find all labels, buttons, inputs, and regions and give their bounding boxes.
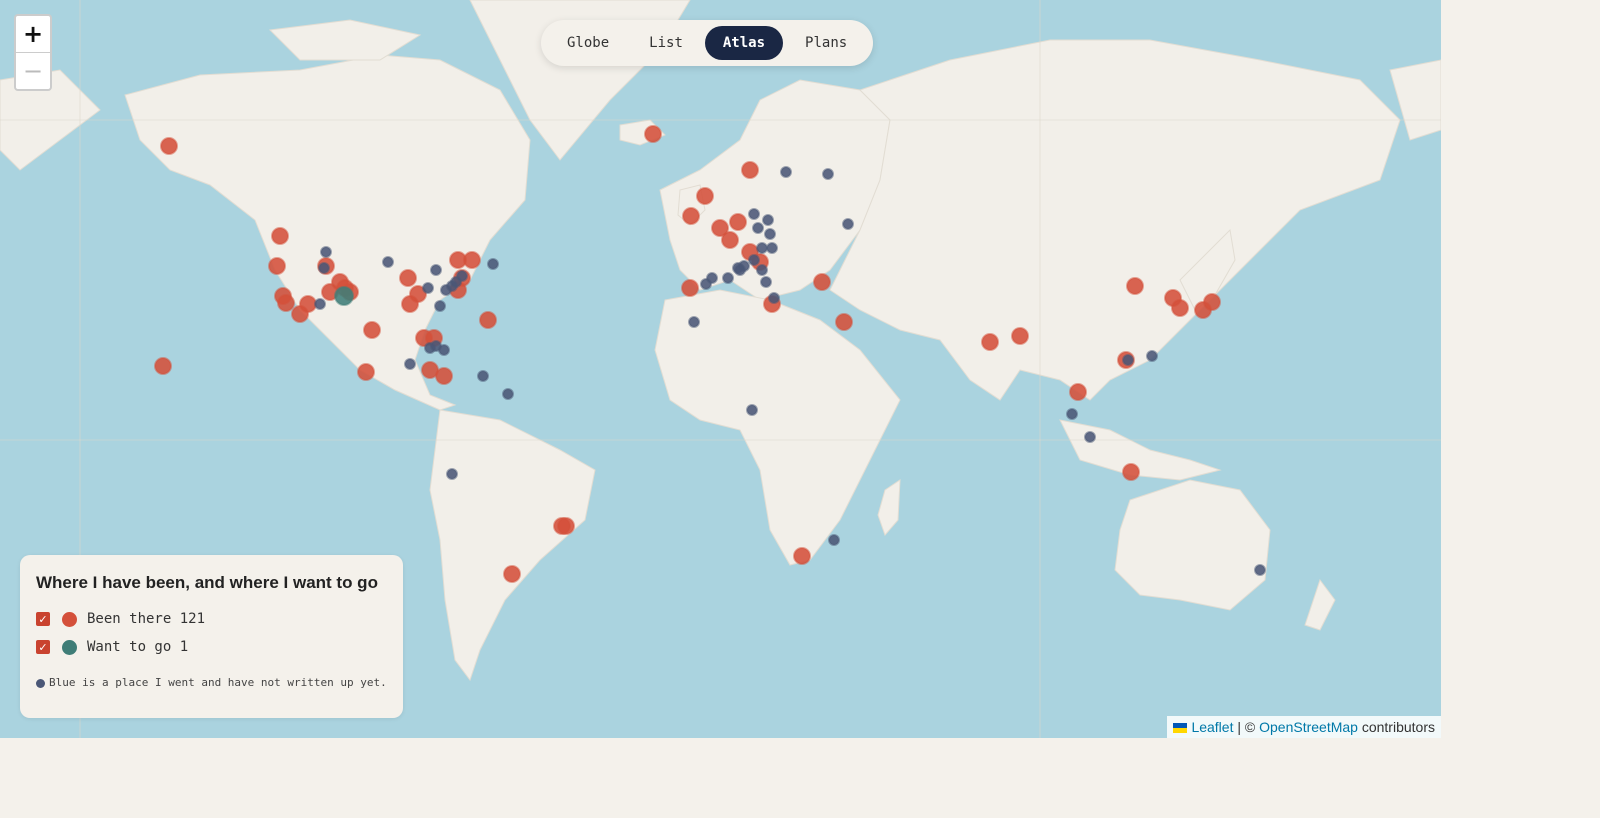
unwritten-marker[interactable] [422, 282, 434, 294]
been-marker[interactable] [721, 231, 739, 249]
been-marker[interactable] [399, 269, 417, 287]
unwritten-marker[interactable] [404, 358, 416, 370]
been-marker[interactable] [981, 333, 999, 351]
unwritten-marker[interactable] [780, 166, 792, 178]
been-marker[interactable] [357, 363, 375, 381]
unwritten-marker[interactable] [430, 264, 442, 276]
unwritten-marker[interactable] [766, 242, 778, 254]
legend-row-been: ✓ Been there 121 [36, 605, 387, 633]
legend-title: Where I have been, and where I want to g… [36, 573, 378, 592]
unwritten-marker[interactable] [752, 222, 764, 234]
mode-atlas[interactable]: Atlas [704, 26, 784, 60]
zoom-out-button[interactable]: − [16, 52, 50, 89]
been-marker[interactable] [463, 251, 481, 269]
unwritten-marker[interactable] [734, 264, 746, 276]
unwritten-marker[interactable] [487, 258, 499, 270]
been-marker[interactable] [741, 161, 759, 179]
unwritten-marker[interactable] [822, 168, 834, 180]
been-marker[interactable] [681, 279, 699, 297]
been-marker[interactable] [557, 517, 575, 535]
been-marker[interactable] [835, 313, 853, 331]
unwritten-marker[interactable] [1146, 350, 1158, 362]
want-checkbox[interactable]: ✓ [36, 640, 50, 654]
unwritten-marker[interactable] [700, 278, 712, 290]
attribution-suffix: contributors [1357, 719, 1435, 735]
want-marker[interactable] [334, 286, 354, 306]
been-marker[interactable] [793, 547, 811, 565]
view-mode-switch: Globe List Atlas Plans [541, 20, 874, 66]
unwritten-marker[interactable] [746, 404, 758, 416]
been-marker[interactable] [644, 125, 662, 143]
ukraine-flag-icon [1173, 723, 1188, 734]
been-marker[interactable] [696, 187, 714, 205]
been-marker[interactable] [299, 295, 317, 313]
unwritten-marker[interactable] [764, 228, 776, 240]
map-attribution: Leaflet | © OpenStreetMap contributors [1167, 716, 1441, 738]
been-marker[interactable] [729, 213, 747, 231]
unwritten-marker[interactable] [756, 242, 768, 254]
been-marker[interactable] [1069, 383, 1087, 401]
mode-list[interactable]: List [631, 26, 701, 60]
zoom-control: + − [14, 14, 52, 91]
been-marker[interactable] [1011, 327, 1029, 345]
been-marker[interactable] [271, 227, 289, 245]
want-swatch [62, 639, 77, 655]
unwritten-marker[interactable] [1254, 564, 1266, 576]
unwritten-marker[interactable] [314, 298, 326, 310]
unwritten-marker[interactable] [688, 316, 700, 328]
been-checkbox[interactable]: ✓ [36, 612, 50, 626]
zoom-in-button[interactable]: + [16, 16, 50, 52]
been-marker[interactable] [1171, 299, 1189, 317]
been-marker[interactable] [682, 207, 700, 225]
unwritten-marker[interactable] [1084, 431, 1096, 443]
unwritten-marker[interactable] [320, 246, 332, 258]
legend-row-want: ✓ Want to go 1 [36, 633, 387, 661]
been-swatch [62, 611, 77, 627]
mode-plans[interactable]: Plans [787, 26, 865, 60]
mode-globe[interactable]: Globe [549, 26, 627, 60]
been-marker[interactable] [160, 137, 178, 155]
unwritten-marker[interactable] [756, 264, 768, 276]
attribution-separator: | © [1233, 719, 1260, 735]
been-marker[interactable] [277, 294, 295, 312]
been-marker[interactable] [363, 321, 381, 339]
unwritten-marker[interactable] [477, 370, 489, 382]
been-marker[interactable] [268, 257, 286, 275]
unwritten-marker[interactable] [762, 214, 774, 226]
been-marker[interactable] [479, 311, 497, 329]
unwritten-marker[interactable] [318, 262, 330, 274]
been-marker[interactable] [1122, 463, 1140, 481]
unwritten-marker[interactable] [768, 292, 780, 304]
been-marker[interactable] [813, 273, 831, 291]
unwritten-dot-icon [36, 678, 45, 688]
unwritten-marker[interactable] [382, 256, 394, 268]
unwritten-marker[interactable] [434, 300, 446, 312]
legend-note: Blue is a place I went and have not writ… [36, 673, 387, 692]
unwritten-marker[interactable] [446, 468, 458, 480]
legend-note-text: Blue is a place I went and have not writ… [49, 676, 387, 689]
unwritten-marker[interactable] [748, 254, 760, 266]
leaflet-link[interactable]: Leaflet [1191, 719, 1233, 735]
world-map[interactable]: + − Globe List Atlas Plans Where I have … [0, 0, 1441, 738]
unwritten-marker[interactable] [1066, 408, 1078, 420]
unwritten-marker[interactable] [722, 272, 734, 284]
been-marker[interactable] [435, 367, 453, 385]
been-marker[interactable] [154, 357, 172, 375]
unwritten-marker[interactable] [502, 388, 514, 400]
unwritten-marker[interactable] [760, 276, 772, 288]
unwritten-marker[interactable] [1122, 354, 1134, 366]
want-label: Want to go 1 [87, 639, 189, 655]
been-marker[interactable] [401, 295, 419, 313]
been-marker[interactable] [1126, 277, 1144, 295]
unwritten-marker[interactable] [828, 534, 840, 546]
unwritten-marker[interactable] [456, 270, 468, 282]
been-marker[interactable] [1203, 293, 1221, 311]
osm-link[interactable]: OpenStreetMap [1259, 719, 1358, 735]
unwritten-marker[interactable] [842, 218, 854, 230]
unwritten-marker[interactable] [748, 208, 760, 220]
been-marker[interactable] [503, 565, 521, 583]
map-legend: Where I have been, and where I want to g… [20, 555, 403, 718]
been-label: Been there 121 [87, 611, 206, 627]
unwritten-marker[interactable] [438, 344, 450, 356]
